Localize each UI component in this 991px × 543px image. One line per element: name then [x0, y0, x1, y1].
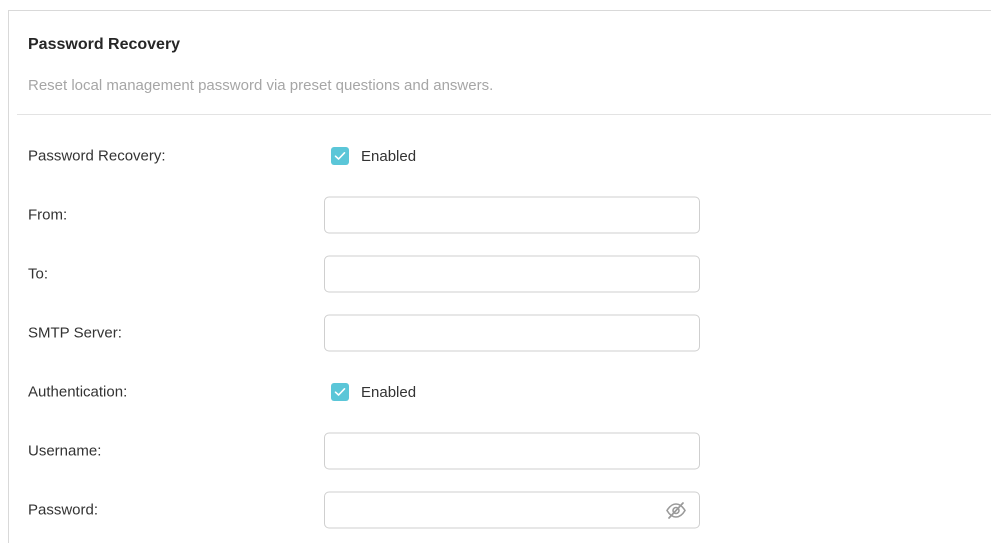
to-label: To:	[28, 265, 49, 283]
to-field	[324, 255, 700, 293]
username-field	[324, 432, 700, 470]
smtp-server-input[interactable]	[325, 315, 699, 351]
checkmark-icon	[334, 388, 346, 396]
username-label: Username:	[28, 442, 102, 460]
password-recovery-label: Password Recovery:	[28, 147, 166, 165]
authentication-label: Authentication:	[28, 383, 128, 401]
from-row: From:	[9, 195, 991, 235]
smtp-server-row: SMTP Server:	[9, 313, 991, 353]
section-title: Password Recovery	[28, 36, 181, 53]
from-field	[324, 196, 700, 234]
smtp-server-field	[324, 314, 700, 352]
smtp-server-label: SMTP Server:	[28, 324, 122, 342]
from-label: From:	[28, 206, 68, 224]
username-input[interactable]	[325, 433, 699, 469]
password-recovery-enabled-label[interactable]: Enabled	[361, 148, 416, 165]
checkbox-checked-icon[interactable]	[331, 383, 349, 401]
eye-slash-icon[interactable]	[665, 501, 687, 519]
to-row: To:	[9, 254, 991, 294]
checkmark-icon	[334, 152, 346, 160]
password-label: Password:	[28, 501, 99, 519]
password-input[interactable]	[325, 492, 699, 528]
password-row: Password:	[9, 490, 991, 530]
username-row: Username:	[9, 431, 991, 471]
authentication-checkbox[interactable]: Enabled	[331, 383, 416, 401]
to-input[interactable]	[325, 256, 699, 292]
authentication-row: Authentication: Enabled	[9, 372, 991, 412]
checkbox-checked-icon[interactable]	[331, 147, 349, 165]
password-recovery-checkbox[interactable]: Enabled	[331, 147, 416, 165]
password-recovery-row: Password Recovery: Enabled	[9, 136, 991, 176]
password-recovery-panel: Password Recovery Reset local management…	[8, 10, 991, 543]
password-field	[324, 491, 700, 529]
section-divider	[17, 114, 991, 115]
from-input[interactable]	[325, 197, 699, 233]
authentication-enabled-label[interactable]: Enabled	[361, 384, 416, 401]
section-description: Reset local management password via pres…	[28, 77, 494, 94]
